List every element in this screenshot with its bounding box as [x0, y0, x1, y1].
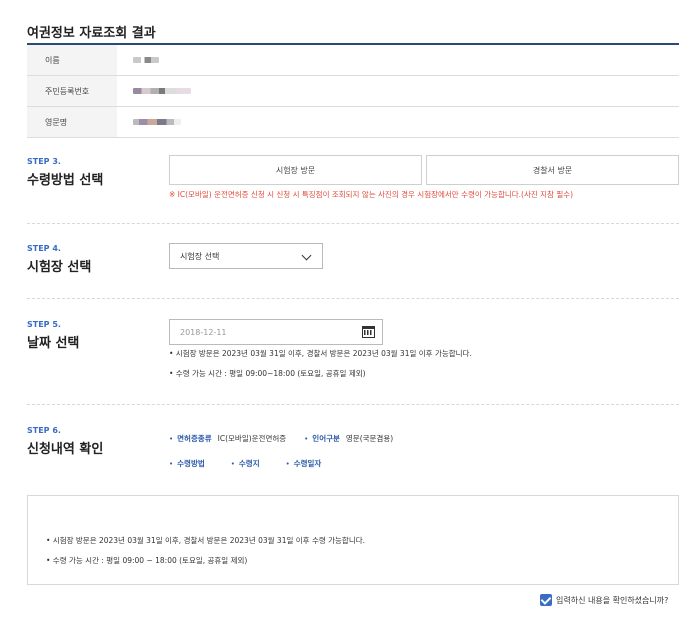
receive-place-label: 수령지	[238, 459, 260, 468]
test-center-select[interactable]: 시험장 선택	[169, 243, 323, 269]
info-label-rrn: 주민등록번호	[27, 76, 117, 106]
confirm-checkbox[interactable]: 입력하신 내용을 확인하셨습니까?	[540, 594, 668, 606]
notice-line-2: • 수령 가능 시간 : 평일 09:00 ~ 18:00 (토요일, 공휴일 …	[46, 556, 248, 565]
bullet: •	[230, 459, 235, 468]
date-input-placeholder: 2018-12-11	[180, 327, 227, 337]
info-row-name: 이름	[27, 45, 679, 76]
print-type-label: 인어구분	[312, 434, 340, 443]
notice-box: • 시험장 방문은 2023년 03월 31일 이후, 경찰서 방문은 2023…	[27, 495, 679, 585]
receive-method-label: 수령방법	[177, 459, 205, 468]
step4-number: STEP 4.	[27, 244, 61, 253]
bullet: •	[304, 434, 309, 443]
step3-header: STEP 3. 수령방법 선택	[27, 157, 103, 188]
divider	[27, 404, 679, 405]
test-center-select-value: 시험장 선택	[180, 251, 220, 261]
info-value-english-name	[117, 107, 679, 137]
info-table: 이름 주민등록번호 영문명	[27, 45, 679, 138]
visit-test-center-button[interactable]: 시험장 방문	[169, 155, 422, 185]
bullet: •	[285, 459, 290, 468]
redacted-value	[133, 119, 181, 125]
calendar-icon[interactable]	[362, 326, 375, 338]
info-value-name	[117, 45, 679, 75]
bullet: •	[169, 434, 174, 443]
confirm-label: 입력하신 내용을 확인하셨습니까?	[556, 595, 669, 605]
info-row-english-name: 영문명	[27, 107, 679, 138]
redacted-value	[133, 57, 159, 63]
step4-title: 시험장 선택	[27, 260, 92, 275]
divider	[27, 223, 679, 224]
step5-header: STEP 5. 날짜 선택	[27, 320, 79, 351]
ic-license-warning: ※ IC(모바일) 운전면허증 신청 시 신청 시 특징점이 조회되지 않는 사…	[169, 190, 574, 199]
step3-number: STEP 3.	[27, 157, 61, 166]
step5-number: STEP 5.	[27, 320, 61, 329]
step4-header: STEP 4. 시험장 선택	[27, 244, 91, 275]
info-label-name: 이름	[27, 45, 117, 75]
page-title: 여권정보 자료조회 결과	[27, 26, 156, 41]
step5-title: 날짜 선택	[27, 336, 80, 351]
license-type-value: IC(모바일)운전면허증	[217, 434, 287, 443]
visit-police-station-button[interactable]: 경찰서 방문	[426, 155, 679, 185]
notice-line-1: • 시험장 방문은 2023년 03월 31일 이후, 경찰서 방문은 2023…	[46, 536, 366, 545]
info-row-rrn: 주민등록번호	[27, 76, 679, 107]
receive-method-group: 시험장 방문 경찰서 방문	[169, 155, 679, 185]
summary-row-2: • 수령방법 • 수령지 • 수령일자	[169, 458, 321, 469]
step6-title: 신청내역 확인	[27, 442, 104, 457]
step3-title: 수령방법 선택	[27, 173, 104, 188]
redacted-value	[133, 88, 191, 94]
summary-row-1: • 면허증종류 IC(모바일)운전면허증 • 인어구분 영문(국문겸용)	[169, 433, 393, 444]
hours-note: • 수령 가능 시간 : 평일 09:00~18:00 (토요일, 공휴일 제외…	[169, 369, 366, 378]
checkbox-checked-icon[interactable]	[540, 594, 552, 606]
info-label-english-name: 영문명	[27, 107, 117, 137]
divider	[27, 298, 679, 299]
step6-number: STEP 6.	[27, 426, 61, 435]
receive-date-label: 수령일자	[293, 459, 322, 468]
license-type-label: 면허증종류	[177, 434, 212, 443]
date-note: • 시험장 방문은 2023년 03월 31일 이후, 경찰서 방문은 2023…	[169, 349, 472, 358]
info-value-rrn	[117, 76, 679, 106]
step6-header: STEP 6. 신청내역 확인	[27, 426, 103, 457]
date-input[interactable]: 2018-12-11	[169, 319, 383, 345]
bullet: •	[169, 459, 174, 468]
chevron-down-icon	[301, 250, 312, 261]
print-type-value: 영문(국문겸용)	[345, 434, 394, 443]
